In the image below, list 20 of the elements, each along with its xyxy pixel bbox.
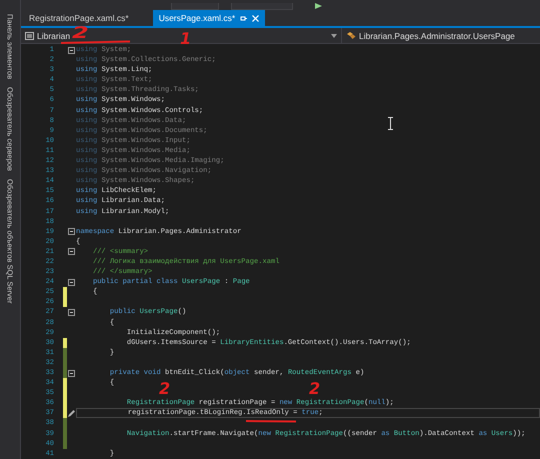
type-dropdown[interactable]: Librarian.Pages.Administrator.UsersPage	[342, 28, 540, 43]
handwritten-number: 2	[72, 25, 89, 41]
caret-icon	[331, 34, 337, 38]
collapse-icon[interactable]	[68, 248, 75, 256]
collapse-icon[interactable]	[68, 228, 75, 236]
handwritten-number: 2	[309, 381, 320, 397]
class-icon	[346, 31, 356, 40]
annotation-underline	[60, 40, 132, 44]
collapse-icon[interactable]	[68, 46, 75, 54]
csharp-project-icon	[25, 32, 34, 40]
pin-icon[interactable]	[240, 14, 248, 22]
editor-tab[interactable]: UsersPage.xaml.cs*	[152, 10, 266, 26]
text-cursor-icon	[388, 117, 393, 130]
close-icon[interactable]	[252, 14, 260, 22]
collapse-icon[interactable]	[68, 278, 75, 286]
annotation-underline	[245, 419, 297, 423]
collapse-icon[interactable]	[68, 370, 75, 377]
editor-tab[interactable]: RegistrationPage.xaml.cs*	[23, 10, 135, 26]
handwritten-number: 2	[159, 381, 170, 397]
collapse-icon[interactable]	[68, 308, 75, 316]
